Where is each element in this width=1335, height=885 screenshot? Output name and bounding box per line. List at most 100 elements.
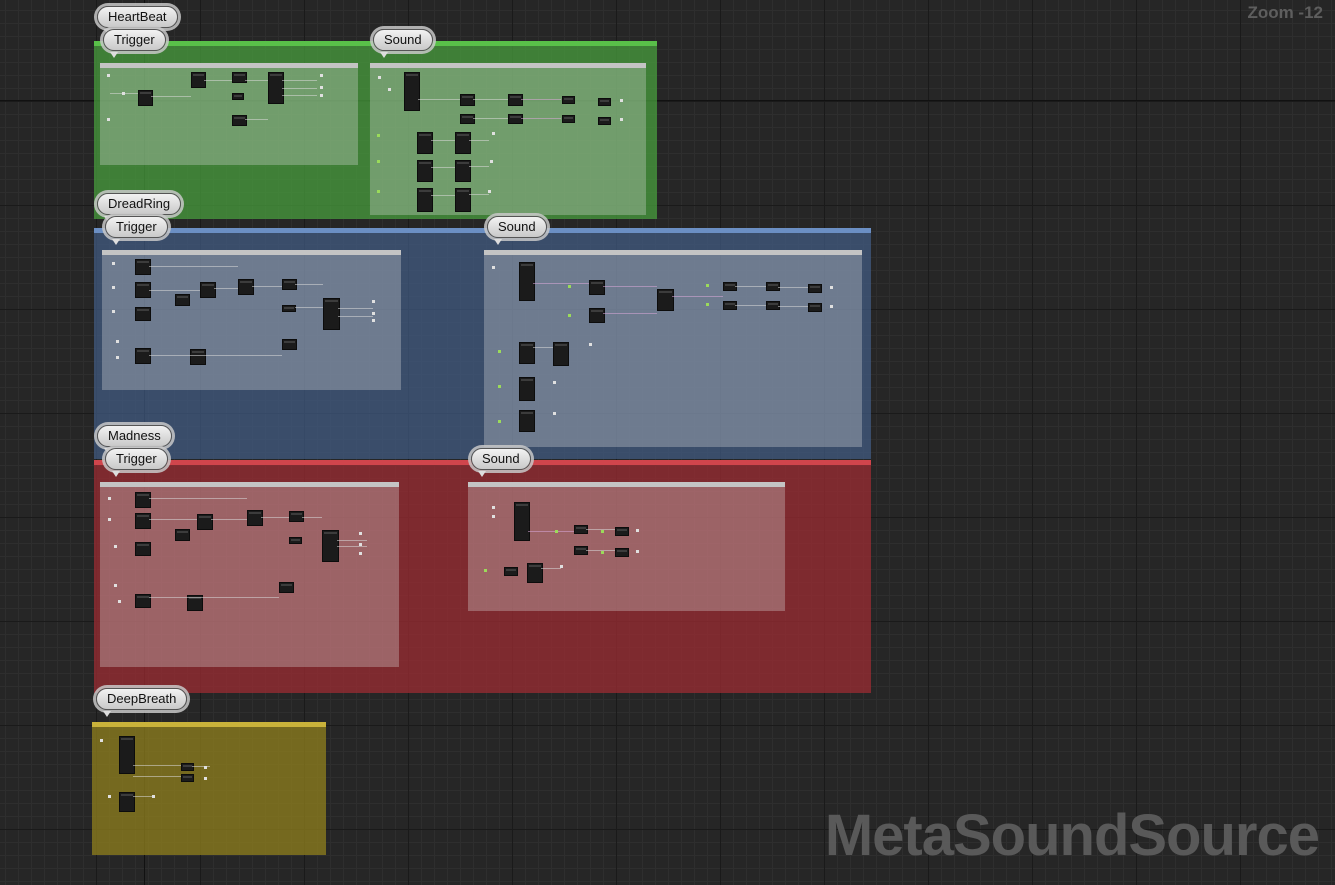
graph-node[interactable] xyxy=(455,132,471,154)
graph-node[interactable] xyxy=(615,548,629,557)
graph-node[interactable] xyxy=(589,308,605,323)
graph-wire xyxy=(778,306,808,307)
graph-node[interactable] xyxy=(175,294,190,306)
graph-wire xyxy=(469,166,489,167)
graph-wire xyxy=(735,286,766,287)
node-pin xyxy=(568,285,571,288)
graph-node[interactable] xyxy=(519,377,535,401)
graph-node[interactable] xyxy=(190,349,206,365)
graph-node[interactable] xyxy=(504,567,518,576)
graph-node[interactable] xyxy=(135,513,151,529)
comment-trigger[interactable] xyxy=(100,63,358,165)
node-pin xyxy=(636,550,639,553)
comment-bubble-trigger[interactable]: Trigger xyxy=(105,216,168,245)
graph-node[interactable] xyxy=(138,90,153,106)
graph-node[interactable] xyxy=(135,542,151,556)
graph-node[interactable] xyxy=(119,736,135,774)
node-pin xyxy=(492,132,495,135)
graph-wire xyxy=(672,296,723,297)
graph-node[interactable] xyxy=(289,537,302,544)
graph-wire xyxy=(431,140,455,141)
graph-wire xyxy=(245,80,268,81)
graph-node[interactable] xyxy=(553,342,569,366)
graph-wire xyxy=(133,796,153,797)
comment-bubble-madness[interactable]: Madness xyxy=(97,425,172,454)
node-pin xyxy=(560,565,563,568)
graph-node[interactable] xyxy=(417,188,433,212)
graph-node[interactable] xyxy=(232,115,247,126)
node-pin xyxy=(112,262,115,265)
graph-node[interactable] xyxy=(323,298,340,330)
graph-node[interactable] xyxy=(135,259,151,275)
graph-node[interactable] xyxy=(657,289,674,311)
graph-node[interactable] xyxy=(282,339,297,350)
graph-node[interactable] xyxy=(562,115,575,123)
node-pin xyxy=(359,543,362,546)
graph-node[interactable] xyxy=(135,348,151,364)
graph-node[interactable] xyxy=(404,72,420,111)
graph-wire xyxy=(337,540,367,541)
comment-bubble-deepbreath[interactable]: DeepBreath xyxy=(96,688,188,717)
graph-node[interactable] xyxy=(598,117,611,125)
comment-bubble-sound[interactable]: Sound xyxy=(471,448,531,477)
node-pin xyxy=(553,381,556,384)
graph-node[interactable] xyxy=(197,514,213,530)
graph-node[interactable] xyxy=(508,114,523,124)
graph-node[interactable] xyxy=(279,582,294,593)
comment-bubble-dreadring[interactable]: DreadRing xyxy=(97,193,182,222)
graph-node[interactable] xyxy=(598,98,611,106)
graph-node[interactable] xyxy=(460,114,475,124)
graph-node[interactable] xyxy=(562,96,575,104)
graph-node[interactable] xyxy=(508,94,523,106)
graph-node[interactable] xyxy=(135,307,151,321)
graph-node[interactable] xyxy=(247,510,263,526)
graph-node[interactable] xyxy=(181,763,194,771)
graph-wire xyxy=(473,118,508,119)
graph-wire xyxy=(603,286,657,287)
comment-bubble-trigger[interactable]: Trigger xyxy=(105,448,168,477)
graph-node[interactable] xyxy=(238,279,254,295)
graph-wire xyxy=(473,99,508,100)
node-pin xyxy=(636,529,639,532)
zoom-level: Zoom -12 xyxy=(1247,3,1323,22)
comment-bubble-sound[interactable]: Sound xyxy=(487,216,547,245)
graph-node[interactable] xyxy=(519,342,535,364)
graph-node[interactable] xyxy=(808,284,822,293)
graph-node[interactable] xyxy=(589,280,605,295)
graph-node[interactable] xyxy=(514,502,530,541)
graph-wire xyxy=(469,194,489,195)
node-pin xyxy=(377,190,380,193)
graph-node[interactable] xyxy=(519,262,535,301)
graph-node[interactable] xyxy=(519,410,535,432)
graph-node[interactable] xyxy=(460,94,475,106)
comment-sound[interactable] xyxy=(484,250,862,447)
graph-node[interactable] xyxy=(615,527,629,536)
comment-bubble-sound[interactable]: Sound xyxy=(373,29,433,58)
graph-node[interactable] xyxy=(232,93,244,100)
comment-bubble-heartbeat[interactable]: HeartBeat xyxy=(97,6,178,35)
graph-node[interactable] xyxy=(181,774,194,782)
graph-wire xyxy=(338,316,373,317)
graph-node[interactable] xyxy=(175,529,190,541)
graph-wire xyxy=(338,308,373,309)
graph-type-watermark: MetaSoundSource xyxy=(824,803,1320,868)
graph-node[interactable] xyxy=(200,282,216,298)
node-pin xyxy=(107,118,110,121)
node-pin xyxy=(359,552,362,555)
graph-wire xyxy=(261,517,289,518)
graph-node[interactable] xyxy=(119,792,135,812)
graph-node[interactable] xyxy=(282,305,296,312)
graph-wire xyxy=(133,776,181,777)
graph-node[interactable] xyxy=(527,563,543,583)
graph-node[interactable] xyxy=(455,188,471,212)
graph-node[interactable] xyxy=(232,72,247,83)
graph-node[interactable] xyxy=(808,303,822,312)
graph-node[interactable] xyxy=(455,160,471,182)
node-pin xyxy=(706,303,709,306)
node-pin xyxy=(114,545,117,548)
comment-bubble-trigger[interactable]: Trigger xyxy=(103,29,166,58)
graph-node[interactable] xyxy=(135,492,151,508)
node-pin xyxy=(320,94,323,97)
graph-node[interactable] xyxy=(417,160,433,182)
graph-node[interactable] xyxy=(417,132,433,154)
